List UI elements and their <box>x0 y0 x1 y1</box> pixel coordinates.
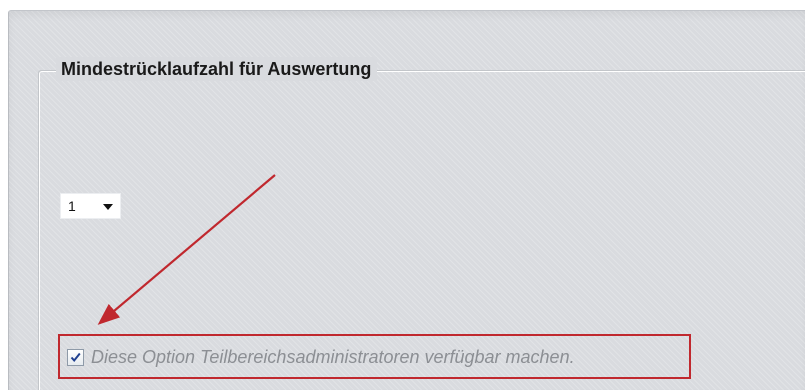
checkmark-icon <box>70 352 81 363</box>
annotation-arrow-line <box>97 174 276 325</box>
make-available-label[interactable]: Diese Option Teilbereichsadministratoren… <box>91 345 575 369</box>
make-available-checkbox[interactable] <box>67 349 84 366</box>
annotation-arrow-icon <box>97 174 276 325</box>
screenshot-stage: Mindestrücklaufzahl für Auswertung 1 Die… <box>0 0 805 390</box>
